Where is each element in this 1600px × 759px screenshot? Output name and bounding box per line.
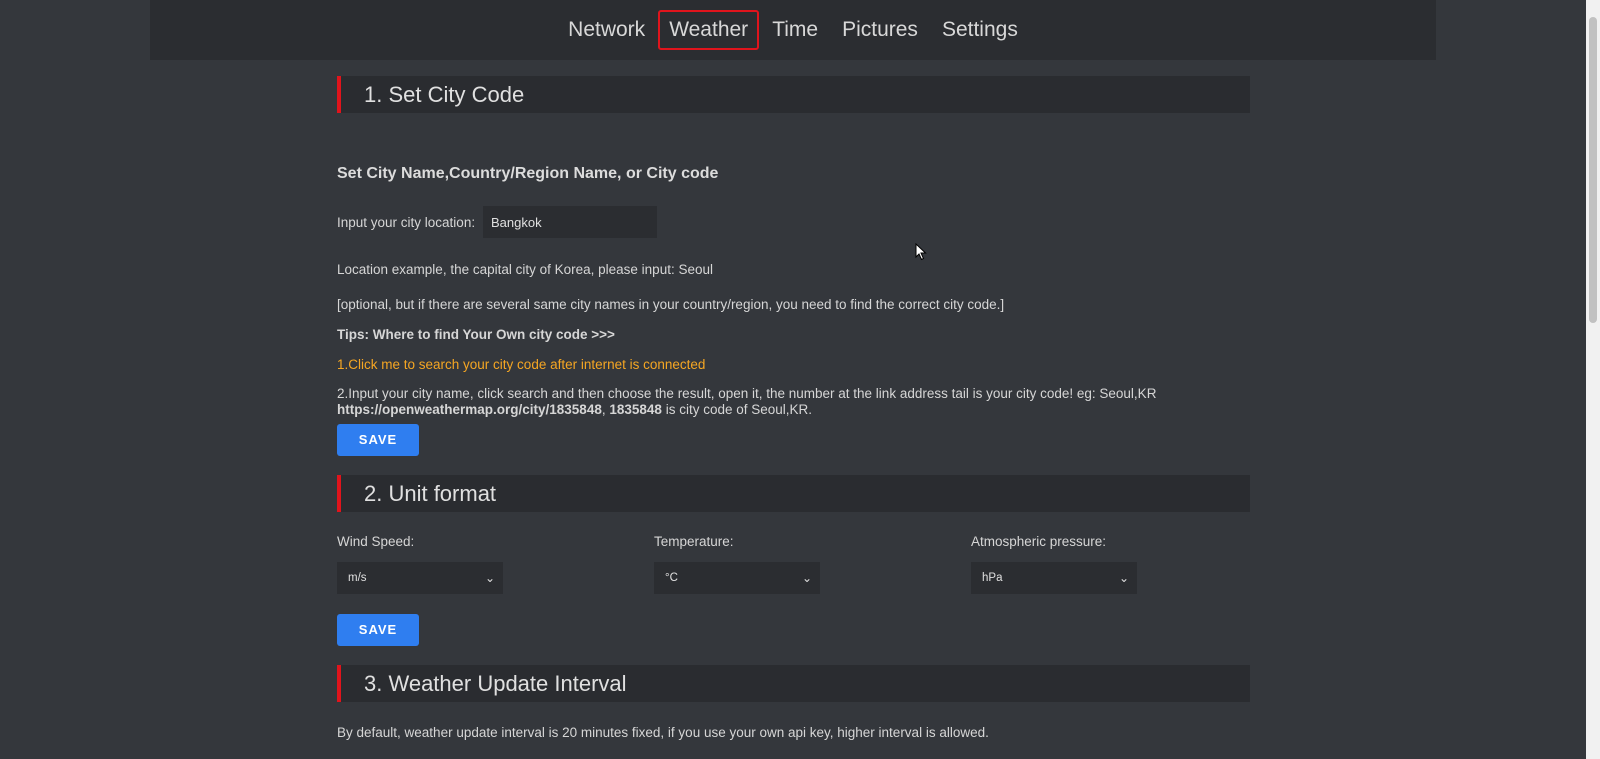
section-header-update-interval: 3. Weather Update Interval xyxy=(337,665,1250,702)
search-city-code-link[interactable]: 1.Click me to search your city code afte… xyxy=(337,357,705,372)
scrollbar-thumb[interactable] xyxy=(1589,17,1597,323)
tip2-line2: https://openweathermap.org/city/1835848,… xyxy=(337,402,812,417)
pressure-select[interactable]: hPa ⌄ xyxy=(971,562,1137,594)
temperature-select[interactable]: °C ⌄ xyxy=(654,562,820,594)
example-suffix: is city code of Seoul,KR. xyxy=(661,402,813,417)
nav-settings[interactable]: Settings xyxy=(931,10,1029,50)
city-location-input[interactable] xyxy=(483,206,657,238)
wind-speed-value: m/s xyxy=(348,572,367,584)
pressure-label: Atmospheric pressure: xyxy=(971,534,1107,549)
example-city-code: 1835848 xyxy=(609,402,662,417)
section-header-city-code: 1. Set City Code xyxy=(337,76,1250,113)
temperature-value: °C xyxy=(665,572,678,584)
nav-network[interactable]: Network xyxy=(557,10,656,50)
wind-speed-select[interactable]: m/s ⌄ xyxy=(337,562,503,594)
nav-pictures[interactable]: Pictures xyxy=(831,10,929,50)
chevron-down-icon: ⌄ xyxy=(801,571,812,585)
nav-time[interactable]: Time xyxy=(761,10,829,50)
save-city-button[interactable]: SAVE xyxy=(337,424,419,456)
temperature-label: Temperature: xyxy=(654,534,734,549)
nav-weather[interactable]: Weather xyxy=(658,10,760,50)
tip2-line1: 2.Input your city name, click search and… xyxy=(337,386,1157,401)
location-example-text: Location example, the capital city of Ko… xyxy=(337,262,713,277)
example-url: https://openweathermap.org/city/1835848 xyxy=(337,402,602,417)
chevron-down-icon: ⌄ xyxy=(1118,571,1129,585)
city-code-subtitle: Set City Name,Country/Region Name, or Ci… xyxy=(337,165,719,182)
save-units-button[interactable]: SAVE xyxy=(337,614,419,646)
vertical-scrollbar[interactable] xyxy=(1586,0,1600,759)
wind-speed-label: Wind Speed: xyxy=(337,534,415,549)
example-separator: , xyxy=(601,402,606,417)
chevron-down-icon: ⌄ xyxy=(484,571,495,585)
pressure-value: hPa xyxy=(982,572,1003,584)
optional-note-text: [optional, but if there are several same… xyxy=(337,297,1005,312)
section-header-unit-format: 2. Unit format xyxy=(337,475,1250,512)
city-input-label: Input your city location: xyxy=(337,215,476,230)
tips-heading: Tips: Where to find Your Own city code >… xyxy=(337,327,615,342)
update-interval-description: By default, weather update interval is 2… xyxy=(337,725,989,740)
top-nav-bar: Network Weather Time Pictures Settings xyxy=(150,0,1436,60)
